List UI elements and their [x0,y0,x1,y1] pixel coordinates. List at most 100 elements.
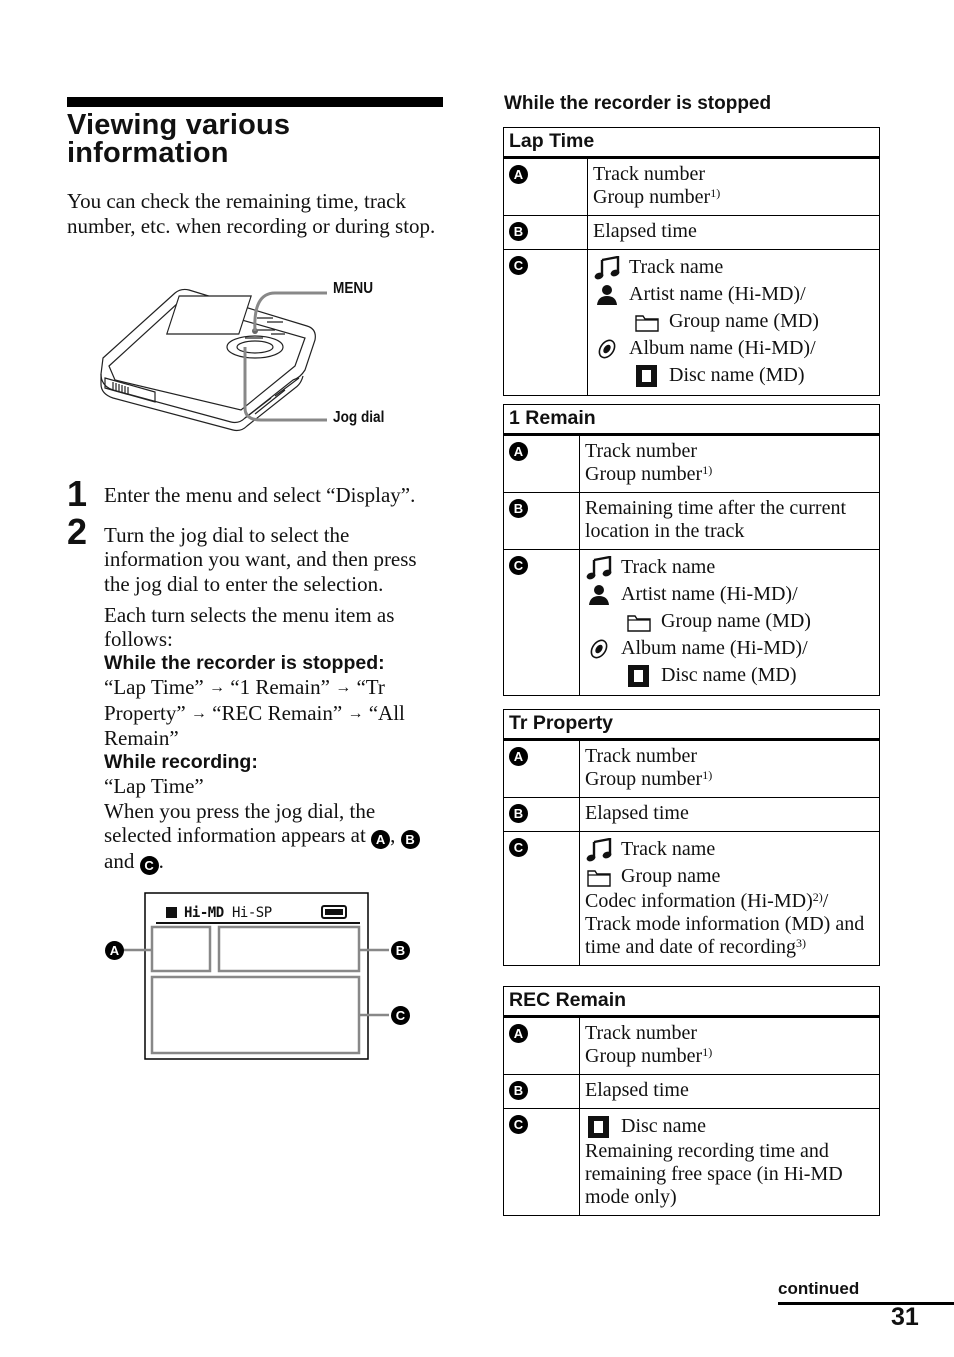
item-text: Disc name [621,1115,706,1137]
device-illustration: MENU Jog dial [95,278,425,438]
icon-line-item: Group name (MD) [593,308,874,335]
continued-label: continued [778,1279,860,1298]
item-text: Artist name (Hi-MD)/ [629,283,806,305]
item-text-line: time and date of recording3) [585,936,874,959]
row-content-cell: Track number Group number1) [579,1016,880,1075]
marker-c-icon: C [391,1006,410,1025]
row-marker-cell: A [503,739,580,798]
icon-line-item: Album name (Hi-MD)/ [593,335,874,362]
jog-dial-callout-label: Jog dial [333,409,385,426]
row-content-cell: Remaining time after the current location… [579,492,880,550]
hi-sp-indicator: Hi-SP [232,905,272,921]
item-text: Track name [621,556,716,578]
person-icon [593,283,621,307]
table-title: 1 Remain [503,404,880,436]
row-marker-cell: B [503,797,580,832]
step-2-body: Turn the jog dial to select the informat… [104,523,444,875]
album-disc-icon [585,637,613,661]
item-text: Remaining recording time and [585,1140,829,1162]
item-text: Artist name (Hi-MD)/ [621,583,798,605]
music-note-icon [593,255,621,280]
table-row: C Track name Artist name (Hi-MD)/ Group nam… [503,549,880,696]
md-disc-icon [633,364,661,388]
icon-line-item: Disc name (MD) [593,362,874,389]
table-row: A Track number Group number1) [503,157,880,216]
item-text-line: Group number1) [585,1045,874,1068]
row-marker-cell: A [503,157,588,216]
row-marker-cell: C [503,1108,580,1216]
marker-a-icon: A [509,1024,528,1043]
item-text-line: location in the track [585,520,874,543]
item-text: Elapsed time [593,220,697,242]
row-marker-cell: B [503,215,588,250]
row-content-cell: Track name Artist name (Hi-MD)/ Group name… [579,549,880,696]
icon-line-item: Disc name [585,1113,874,1140]
item-text: Track number [585,745,698,767]
sequence-item: “REC Remain” [212,700,343,725]
row-marker-cell: B [503,492,580,550]
item-text-line: Track number [585,440,874,463]
hi-md-indicator: Hi-MD [184,905,224,921]
item-text: Elapsed time [585,802,689,824]
row-marker-cell: A [503,434,580,493]
item-text-line: mode only) [585,1186,874,1209]
marker-a-icon: A [371,829,391,849]
item-text-line: Track number [585,1022,874,1045]
stopped-heading: While the recorder is stopped: [104,652,385,675]
page-title-line-2: information [67,137,229,169]
page-title: Viewing various information [67,111,447,169]
marker-a-icon: A [509,747,528,766]
person-icon [585,583,613,607]
marker-b-icon: B [509,804,528,823]
item-text-line: Elapsed time [585,1079,874,1102]
item-text: Group number [585,1045,703,1067]
icon-line-item: Album name (Hi-MD)/ [585,635,874,662]
item-text-line: Elapsed time [593,220,874,243]
icon-line-item: Disc name (MD) [585,662,874,689]
row-marker-cell: C [503,249,588,396]
row-content-cell: Elapsed time [587,215,880,250]
row-marker-cell: B [503,1074,580,1109]
step-sub-text: Each turn selects the menu item as follo… [104,602,395,652]
menu-callout-label: MENU [333,280,374,297]
press-and: and [104,848,135,873]
footnote-ref: 2) [812,890,823,904]
item-suffix: / [822,890,829,912]
page-number: 31 [891,1303,919,1331]
table-title: Lap Time [503,127,880,159]
marker-b-icon: B [509,499,528,518]
table-row: A Track number Group number1) [503,739,880,798]
row-marker-cell: C [503,549,580,696]
row-content-cell: Track number Group number1) [579,434,880,493]
marker-c-icon: C [509,838,528,857]
title-rule [67,97,443,107]
step-text: Enter the menu and select “Display”. [104,483,416,507]
sequence-item: “Lap Time” [104,675,204,700]
item-text-line: Codec information (Hi-MD)2)/ [585,890,874,913]
row-content-cell: Elapsed time [579,1074,880,1109]
arrow-right-icon: → [209,679,225,697]
intro-paragraph: You can check the remaining time, track … [67,189,436,238]
table-row: B Elapsed time [503,797,880,832]
item-text-line: Elapsed time [585,802,874,825]
folder-icon [625,610,653,634]
step-text: Turn the jog dial to select the informat… [104,523,417,596]
icon-line-item: Group name [585,863,874,890]
item-text: Track name [629,256,724,278]
marker-b-icon: B [509,222,528,241]
info-table-lap-time: Lap Time A Track number Group number1) B Elap… [503,127,880,396]
stop-icon [166,907,177,918]
marker-a-icon: A [509,442,528,461]
row-content-cell: Elapsed time [579,797,880,832]
marker-b-icon: B [400,829,420,849]
step-number: 1 [67,473,88,514]
marker-a-icon: A [509,165,528,184]
md-disc-icon [625,664,653,688]
arrow-right-icon: → [347,704,364,722]
marker-b-icon: B [509,1081,528,1100]
item-text-line: Track number [585,745,874,768]
press-end: . [158,848,164,873]
footnote-ref: 1) [702,1045,713,1059]
stopped-sequence: “Lap Time” → “1 Remain” → “Tr Property” … [104,675,444,750]
item-text: mode only) [585,1186,677,1208]
